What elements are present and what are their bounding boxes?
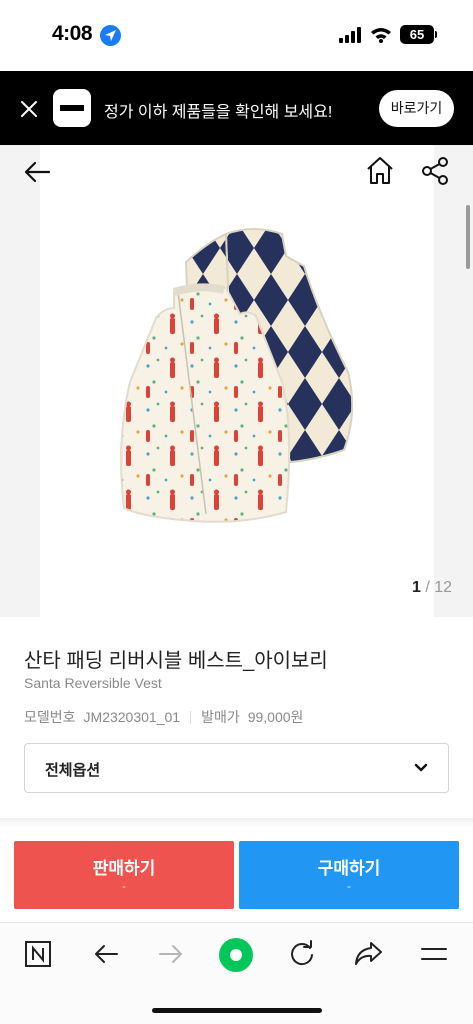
n-logo-icon[interactable] bbox=[24, 940, 52, 968]
image-page-counter: 1 / 12 bbox=[412, 579, 452, 597]
buy-button[interactable]: 구매하기 - bbox=[239, 841, 459, 909]
page-separator: / bbox=[420, 579, 435, 596]
price-label: 발매가 bbox=[201, 709, 240, 725]
meta-divider bbox=[190, 710, 192, 724]
model-label: 모델번호 bbox=[24, 709, 76, 725]
app-logo-icon bbox=[53, 89, 91, 127]
forward-icon[interactable] bbox=[157, 940, 185, 968]
menu-icon[interactable] bbox=[420, 940, 448, 968]
sell-button-label: 판매하기 bbox=[92, 859, 156, 878]
location-arrow-icon bbox=[100, 25, 121, 46]
sell-button-price: - bbox=[122, 879, 126, 893]
buy-button-label: 구매하기 bbox=[317, 859, 381, 878]
wifi-icon bbox=[371, 28, 391, 43]
green-dot-icon[interactable] bbox=[218, 937, 254, 973]
section-divider bbox=[0, 818, 473, 828]
model-value: JM2320301_01 bbox=[83, 709, 181, 725]
battery-tip bbox=[435, 31, 437, 38]
status-time: 4:08 bbox=[52, 22, 93, 45]
chevron-down-icon bbox=[414, 763, 428, 772]
product-title: 산타 패딩 리버시블 베스트_아이보리 bbox=[24, 650, 328, 672]
refresh-icon[interactable] bbox=[288, 940, 316, 968]
product-subtitle: Santa Reversible Vest bbox=[24, 675, 162, 691]
option-selected-label: 전체옵션 bbox=[45, 762, 101, 779]
promo-text: 정가 이하 제품들을 확인해 보세요! bbox=[104, 104, 333, 121]
home-icon[interactable] bbox=[364, 155, 396, 187]
promo-go-button[interactable]: 바로가기 bbox=[379, 90, 454, 127]
scrollbar-thumb[interactable] bbox=[466, 205, 470, 269]
home-indicator[interactable] bbox=[152, 1008, 322, 1013]
status-bar: 4:08 65 bbox=[0, 0, 473, 70]
page-current: 1 bbox=[412, 579, 421, 596]
product-image bbox=[120, 228, 354, 523]
back-icon[interactable] bbox=[92, 940, 120, 968]
sell-button[interactable]: 판매하기 - bbox=[14, 841, 234, 909]
buy-button-price: - bbox=[347, 879, 351, 893]
signal-bars-icon bbox=[339, 27, 361, 43]
back-arrow-icon[interactable] bbox=[22, 157, 52, 187]
close-icon[interactable] bbox=[18, 98, 40, 120]
product-meta: 모델번호 JM2320301_01 발매가 99,000원 bbox=[24, 707, 303, 727]
share-icon[interactable] bbox=[421, 156, 449, 186]
option-select[interactable]: 전체옵션 bbox=[24, 743, 449, 793]
promo-banner: 정가 이하 제품들을 확인해 보세요! 바로가기 bbox=[0, 71, 473, 145]
page-total: 12 bbox=[434, 579, 453, 596]
battery-icon: 65 bbox=[400, 25, 434, 44]
share-arrow-icon[interactable] bbox=[353, 940, 383, 968]
price-value: 99,000원 bbox=[247, 709, 304, 725]
